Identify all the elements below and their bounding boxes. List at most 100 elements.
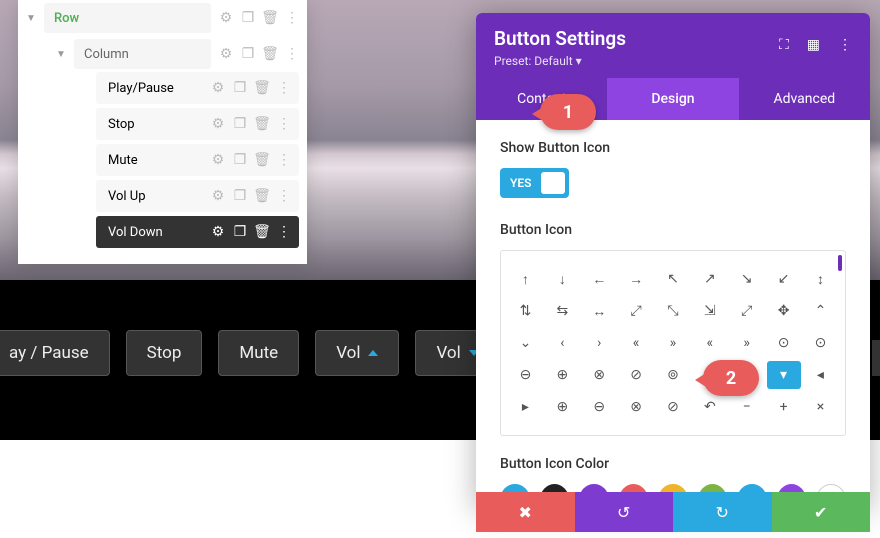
icon-option[interactable]: ↶	[693, 393, 727, 421]
redo-button[interactable]: ↻	[673, 492, 772, 532]
icon-option[interactable]: ⤢	[730, 297, 764, 325]
right-edge-handle[interactable]	[872, 340, 880, 376]
gear-icon[interactable]: ⚙	[211, 225, 225, 239]
icon-option[interactable]: −	[730, 393, 764, 421]
duplicate-icon[interactable]: ❐	[233, 81, 247, 95]
duplicate-icon[interactable]: ❐	[233, 225, 247, 239]
grid-icon[interactable]: ▦	[807, 37, 820, 53]
icon-option[interactable]: +	[767, 393, 801, 421]
icon-option[interactable]: ◂	[803, 361, 837, 389]
gear-icon[interactable]: ⚙	[211, 81, 225, 95]
icon-option[interactable]: ↕	[803, 265, 837, 293]
icon-option[interactable]: ⊗	[619, 393, 653, 421]
icon-option[interactable]: ×	[803, 393, 837, 421]
stop-button[interactable]: Stop	[126, 330, 203, 376]
settings-preset[interactable]: Preset: Default ▾	[494, 54, 852, 68]
chevron-down-icon[interactable]: ▼	[26, 13, 36, 24]
trash-icon[interactable]: 🗑	[255, 81, 269, 95]
icon-option[interactable]: «	[693, 329, 727, 357]
scrollbar[interactable]	[838, 255, 842, 271]
icon-option[interactable]: ›	[582, 329, 616, 357]
save-button[interactable]: ✔	[772, 492, 871, 532]
icon-option[interactable]: ↘	[730, 265, 764, 293]
icon-option[interactable]: ⤢	[619, 297, 653, 325]
icon-option[interactable]: ⇲	[693, 297, 727, 325]
tree-row-row[interactable]: ▼ Row ⚙ ❐ 🗑 ⋮	[18, 0, 307, 36]
more-icon[interactable]: ⋮	[838, 37, 852, 53]
icon-option[interactable]: ⇅	[508, 297, 542, 325]
tab-design[interactable]: Design	[607, 78, 738, 120]
icon-option[interactable]: ⊙	[767, 329, 801, 357]
undo-button[interactable]: ↺	[575, 492, 674, 532]
icon-option[interactable]: ⇆	[545, 297, 579, 325]
play-pause-button[interactable]: ay / Pause	[0, 330, 110, 376]
tab-advanced[interactable]: Advanced	[739, 78, 870, 120]
icon-option[interactable]: ⊖	[582, 393, 616, 421]
trash-icon[interactable]: 🗑	[263, 11, 277, 25]
more-icon[interactable]: ⋮	[277, 117, 291, 131]
duplicate-icon[interactable]: ❐	[233, 189, 247, 203]
icon-option[interactable]: ▾	[767, 361, 801, 389]
duplicate-icon[interactable]: ❐	[233, 117, 247, 131]
icon-option[interactable]: »	[656, 329, 690, 357]
icon-option[interactable]: ⊖	[508, 361, 542, 389]
icon-option[interactable]: ↖	[656, 265, 690, 293]
gear-icon[interactable]: ⚙	[211, 117, 225, 131]
more-icon[interactable]: ⋮	[277, 189, 291, 203]
icon-option[interactable]: ⌄	[508, 329, 542, 357]
tree-leaf[interactable]: Vol Down⚙❐🗑⋮	[96, 216, 299, 248]
icon-option[interactable]: ←	[582, 265, 616, 293]
trash-icon[interactable]: 🗑	[255, 225, 269, 239]
mute-button[interactable]: Mute	[218, 330, 299, 376]
toggle-show-icon[interactable]: YES	[500, 168, 569, 198]
icon-option[interactable]: ⊘	[656, 393, 690, 421]
icon-option[interactable]: ↔	[582, 297, 616, 325]
duplicate-icon[interactable]: ❐	[233, 153, 247, 167]
gear-icon[interactable]: ⚙	[219, 11, 233, 25]
duplicate-icon[interactable]: ❐	[241, 11, 255, 25]
tree-leaf[interactable]: Mute⚙❐🗑⋮	[96, 144, 299, 176]
tree-label-column[interactable]: Column	[74, 39, 211, 69]
more-icon[interactable]: ⋮	[285, 47, 299, 61]
icon-option[interactable]: »	[730, 329, 764, 357]
vol-up-button[interactable]: Vol	[315, 330, 399, 376]
tree-row-column[interactable]: ▼ Column ⚙ ❐ 🗑 ⋮	[18, 36, 307, 72]
icon-option[interactable]: ⊙	[803, 329, 837, 357]
icon-option[interactable]: ▸	[508, 393, 542, 421]
trash-icon[interactable]: 🗑	[263, 47, 277, 61]
icon-option[interactable]: ↓	[545, 265, 579, 293]
icon-option[interactable]: →	[619, 265, 653, 293]
trash-icon[interactable]: 🗑	[255, 189, 269, 203]
icon-option[interactable]: ✥	[767, 297, 801, 325]
more-icon[interactable]: ⋮	[277, 81, 291, 95]
tree-leaf[interactable]: Stop⚙ ❐ 🗑 ⋮	[96, 108, 299, 140]
icon-option[interactable]: ⌃	[803, 297, 837, 325]
icon-option[interactable]: ↗	[693, 265, 727, 293]
tree-leaf[interactable]: Play/Pause⚙❐🗑⋮	[96, 72, 299, 104]
icon-option[interactable]: «	[619, 329, 653, 357]
duplicate-icon[interactable]: ❐	[241, 47, 255, 61]
cancel-button[interactable]: ✖	[476, 492, 575, 532]
more-icon[interactable]: ⋮	[277, 153, 291, 167]
trash-icon[interactable]: 🗑	[255, 117, 269, 131]
tree-label-row[interactable]: Row	[44, 3, 211, 33]
icon-option[interactable]: ⊕	[545, 393, 579, 421]
icon-option[interactable]: ⤡	[656, 297, 690, 325]
icon-option[interactable]: ↙	[767, 265, 801, 293]
expand-icon[interactable]: ⛶	[779, 37, 789, 53]
trash-icon[interactable]: 🗑	[255, 153, 269, 167]
icon-option[interactable]: ⊕	[545, 361, 579, 389]
icon-option[interactable]: ⊗	[582, 361, 616, 389]
redo-icon: ↻	[716, 503, 729, 522]
chevron-down-icon[interactable]: ▼	[56, 49, 66, 60]
more-icon[interactable]: ⋮	[277, 225, 291, 239]
gear-icon[interactable]: ⚙	[211, 153, 225, 167]
icon-option[interactable]: ⊘	[619, 361, 653, 389]
gear-icon[interactable]: ⚙	[219, 47, 233, 61]
more-icon[interactable]: ⋮	[285, 11, 299, 25]
icon-option[interactable]: ‹	[545, 329, 579, 357]
gear-icon[interactable]: ⚙	[211, 189, 225, 203]
tree-leaf[interactable]: Vol Up⚙❐🗑⋮	[96, 180, 299, 212]
tree-leaf-label: Stop	[96, 117, 211, 132]
icon-option[interactable]: ↑	[508, 265, 542, 293]
